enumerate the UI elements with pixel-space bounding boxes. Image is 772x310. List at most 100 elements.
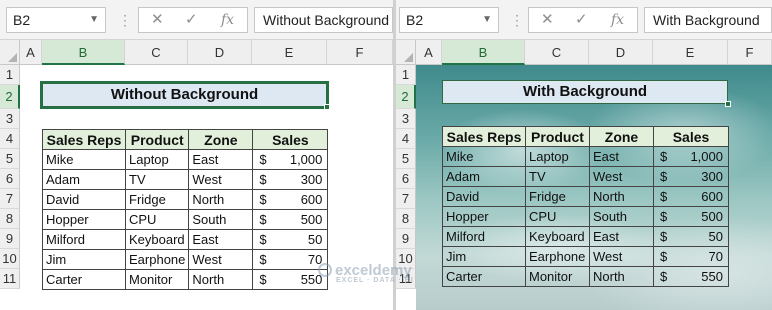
cancel-icon[interactable]: ✕ xyxy=(151,10,164,30)
cell-product[interactable]: TV xyxy=(525,166,590,187)
cell-sales[interactable]: $600 xyxy=(653,186,729,207)
cell-rep[interactable]: Adam xyxy=(42,169,126,190)
fill-handle[interactable] xyxy=(725,101,731,107)
header-zone[interactable]: Zone xyxy=(188,129,254,150)
cell-product[interactable]: Laptop xyxy=(124,149,190,170)
fill-handle[interactable] xyxy=(324,104,330,110)
worksheet-grid[interactable]: A B C D E F 1 2 3 4 5 6 7 8 9 10 11 With… xyxy=(396,40,772,310)
cell-product[interactable]: Fridge xyxy=(124,189,190,210)
cell-sales[interactable]: $500 xyxy=(653,206,729,227)
column-header-f[interactable]: F xyxy=(327,40,393,65)
cell-rep[interactable]: Milford xyxy=(42,229,126,250)
header-product[interactable]: Product xyxy=(124,129,190,150)
cell-zone[interactable]: East xyxy=(188,149,254,170)
header-sales-reps[interactable]: Sales Reps xyxy=(42,129,126,150)
cell-product[interactable]: Laptop xyxy=(525,146,590,167)
cell-rep[interactable]: Jim xyxy=(42,249,126,270)
cell-sales[interactable]: $500 xyxy=(252,209,329,230)
cell-rep[interactable]: Milford xyxy=(442,226,526,247)
row-header-2[interactable]: 2 xyxy=(396,85,416,109)
formula-input[interactable]: With Background xyxy=(644,7,772,33)
name-box[interactable]: B2 ▼ xyxy=(6,7,106,33)
name-box[interactable]: B2 ▼ xyxy=(399,7,499,33)
row-header-3[interactable]: 3 xyxy=(396,109,416,129)
row-header-9[interactable]: 9 xyxy=(0,229,20,249)
cell-sales[interactable]: $550 xyxy=(252,269,329,290)
cell-zone[interactable]: North xyxy=(188,189,254,210)
enter-icon[interactable]: ✓ xyxy=(575,10,588,30)
cell-zone[interactable]: North xyxy=(188,269,254,290)
row-header-9[interactable]: 9 xyxy=(396,229,416,249)
row-header-8[interactable]: 8 xyxy=(0,209,20,229)
row-header-3[interactable]: 3 xyxy=(0,109,20,129)
cell-sales[interactable]: $50 xyxy=(653,226,729,247)
row-header-4[interactable]: 4 xyxy=(0,129,20,149)
more-icon[interactable]: ⋮ xyxy=(510,11,524,29)
cell-rep[interactable]: David xyxy=(442,186,526,207)
row-header-7[interactable]: 7 xyxy=(0,189,20,209)
cell-rep[interactable]: Mike xyxy=(42,149,126,170)
cell-sales[interactable]: $1,000 xyxy=(653,146,729,167)
cell-zone[interactable]: West xyxy=(188,249,254,270)
cell-zone[interactable]: West xyxy=(188,169,254,190)
column-header-a[interactable]: A xyxy=(20,40,42,65)
cell-zone[interactable]: North xyxy=(589,266,654,287)
cell-product[interactable]: Earphone xyxy=(124,249,190,270)
cell-product[interactable]: Keyboard xyxy=(124,229,190,250)
cell-sales[interactable]: $300 xyxy=(252,169,329,190)
row-header-6[interactable]: 6 xyxy=(396,169,416,189)
column-header-e[interactable]: E xyxy=(252,40,327,65)
chevron-down-icon[interactable]: ▼ xyxy=(482,8,492,32)
row-header-11[interactable]: 11 xyxy=(0,269,20,289)
column-header-d[interactable]: D xyxy=(188,40,252,65)
cell-product[interactable]: Earphone xyxy=(525,246,590,267)
cell-rep[interactable]: Hopper xyxy=(42,209,126,230)
row-header-7[interactable]: 7 xyxy=(396,189,416,209)
cell-zone[interactable]: North xyxy=(589,186,654,207)
cell-zone[interactable]: East xyxy=(589,226,654,247)
row-header-2[interactable]: 2 xyxy=(0,85,20,109)
cell-product[interactable]: CPU xyxy=(525,206,590,227)
cancel-icon[interactable]: ✕ xyxy=(541,10,554,30)
column-header-a[interactable]: A xyxy=(416,40,442,65)
cell-rep[interactable]: Mike xyxy=(442,146,526,167)
title-cell[interactable]: With Background xyxy=(442,80,731,107)
more-icon[interactable]: ⋮ xyxy=(118,11,132,29)
cell-rep[interactable]: Adam xyxy=(442,166,526,187)
header-product[interactable]: Product xyxy=(525,126,590,147)
select-all-corner[interactable] xyxy=(0,40,20,65)
enter-icon[interactable]: ✓ xyxy=(185,10,198,30)
column-header-f[interactable]: F xyxy=(728,40,772,65)
row-header-1[interactable]: 1 xyxy=(0,65,20,85)
column-header-d[interactable]: D xyxy=(589,40,653,65)
row-header-5[interactable]: 5 xyxy=(0,149,20,169)
row-header-5[interactable]: 5 xyxy=(396,149,416,169)
cell-sales[interactable]: $70 xyxy=(252,249,329,270)
cell-rep[interactable]: Hopper xyxy=(442,206,526,227)
cell-zone[interactable]: East xyxy=(589,146,654,167)
formula-input[interactable]: Without Background xyxy=(254,7,393,33)
cell-product[interactable]: Monitor xyxy=(124,269,190,290)
cell-sales[interactable]: $70 xyxy=(653,246,729,267)
row-header-4[interactable]: 4 xyxy=(396,129,416,149)
cell-sales[interactable]: $50 xyxy=(252,229,329,250)
column-header-c[interactable]: C xyxy=(525,40,589,65)
header-sales[interactable]: Sales xyxy=(252,129,329,150)
cell-product[interactable]: TV xyxy=(124,169,190,190)
insert-function-icon[interactable]: fx xyxy=(221,10,234,30)
cell-product[interactable]: Keyboard xyxy=(525,226,590,247)
chevron-down-icon[interactable]: ▼ xyxy=(89,8,99,32)
row-header-1[interactable]: 1 xyxy=(396,65,416,85)
cell-sales[interactable]: $600 xyxy=(252,189,329,210)
header-zone[interactable]: Zone xyxy=(589,126,654,147)
cell-rep[interactable]: Jim xyxy=(442,246,526,267)
column-header-b[interactable]: B xyxy=(42,40,125,65)
column-header-c[interactable]: C xyxy=(125,40,188,65)
header-sales[interactable]: Sales xyxy=(653,126,729,147)
select-all-corner[interactable] xyxy=(396,40,416,65)
cell-product[interactable]: Fridge xyxy=(525,186,590,207)
cell-rep[interactable]: Carter xyxy=(442,266,526,287)
cell-sales[interactable]: $550 xyxy=(653,266,729,287)
cell-zone[interactable]: South xyxy=(188,209,254,230)
row-header-8[interactable]: 8 xyxy=(396,209,416,229)
